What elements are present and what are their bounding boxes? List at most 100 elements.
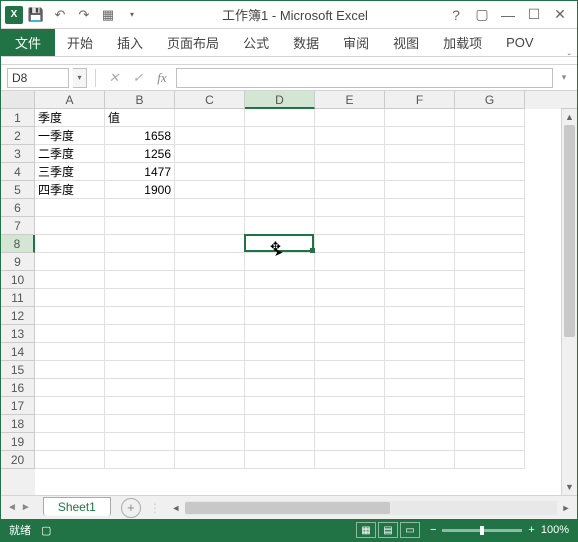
cell-D7[interactable] [245, 217, 315, 235]
cell-D4[interactable] [245, 163, 315, 181]
cell-C16[interactable] [175, 379, 245, 397]
sheet-nav-next-icon[interactable]: ► [21, 502, 31, 513]
cell-A11[interactable] [35, 289, 105, 307]
cell-A8[interactable] [35, 235, 105, 253]
cell-D13[interactable] [245, 325, 315, 343]
cell-E19[interactable] [315, 433, 385, 451]
row-header-8[interactable]: 8 [1, 235, 35, 253]
cell-F10[interactable] [385, 271, 455, 289]
sheet-nav-prev-icon[interactable]: ◄ [7, 502, 17, 513]
cell-A10[interactable] [35, 271, 105, 289]
cell-E11[interactable] [315, 289, 385, 307]
cell-B10[interactable] [105, 271, 175, 289]
cell-C9[interactable] [175, 253, 245, 271]
cell-F7[interactable] [385, 217, 455, 235]
row-header-15[interactable]: 15 [1, 361, 35, 379]
cell-C3[interactable] [175, 145, 245, 163]
cell-B19[interactable] [105, 433, 175, 451]
cell-A19[interactable] [35, 433, 105, 451]
cell-B4[interactable]: 1477 [105, 163, 175, 181]
row-header-11[interactable]: 11 [1, 289, 35, 307]
cell-B16[interactable] [105, 379, 175, 397]
cell-C12[interactable] [175, 307, 245, 325]
cell-E17[interactable] [315, 397, 385, 415]
cell-A3[interactable]: 二季度 [35, 145, 105, 163]
ribbon-collapse-icon[interactable]: ˇ [568, 53, 571, 64]
cell-F20[interactable] [385, 451, 455, 469]
cell-E8[interactable] [315, 235, 385, 253]
scroll-down-icon[interactable]: ▼ [562, 479, 577, 495]
row-header-16[interactable]: 16 [1, 379, 35, 397]
row-header-20[interactable]: 20 [1, 451, 35, 469]
tab-view[interactable]: 视图 [381, 29, 431, 56]
cell-G14[interactable] [455, 343, 525, 361]
row-header-12[interactable]: 12 [1, 307, 35, 325]
cell-D2[interactable] [245, 127, 315, 145]
grid-icon[interactable]: ▦ [97, 4, 119, 26]
cell-A17[interactable] [35, 397, 105, 415]
tab-home[interactable]: 开始 [55, 29, 105, 56]
cell-C5[interactable] [175, 181, 245, 199]
cell-B6[interactable] [105, 199, 175, 217]
tab-insert[interactable]: 插入 [105, 29, 155, 56]
cell-E9[interactable] [315, 253, 385, 271]
tab-addins[interactable]: 加载项 [431, 29, 494, 56]
cell-F2[interactable] [385, 127, 455, 145]
cell-F12[interactable] [385, 307, 455, 325]
col-header-B[interactable]: B [105, 91, 175, 109]
cell-G17[interactable] [455, 397, 525, 415]
formula-input[interactable] [176, 68, 553, 88]
select-all-corner[interactable] [1, 91, 35, 109]
cell-G13[interactable] [455, 325, 525, 343]
cell-B8[interactable] [105, 235, 175, 253]
cell-C15[interactable] [175, 361, 245, 379]
row-header-1[interactable]: 1 [1, 109, 35, 127]
view-page-break-icon[interactable]: ▭ [400, 522, 420, 538]
cell-B17[interactable] [105, 397, 175, 415]
horizontal-scrollbar[interactable] [185, 501, 557, 515]
cell-F8[interactable] [385, 235, 455, 253]
cancel-icon[interactable]: ✕ [104, 68, 124, 88]
cell-G10[interactable] [455, 271, 525, 289]
cell-G15[interactable] [455, 361, 525, 379]
cell-G9[interactable] [455, 253, 525, 271]
name-box[interactable]: D8 [7, 68, 69, 88]
ribbon-options-icon[interactable]: ▢ [469, 4, 495, 26]
cell-G19[interactable] [455, 433, 525, 451]
cell-E1[interactable] [315, 109, 385, 127]
cell-F4[interactable] [385, 163, 455, 181]
cell-C14[interactable] [175, 343, 245, 361]
cell-C10[interactable] [175, 271, 245, 289]
cell-E20[interactable] [315, 451, 385, 469]
cell-E10[interactable] [315, 271, 385, 289]
qat-dropdown-icon[interactable]: ▾ [121, 4, 143, 26]
row-header-13[interactable]: 13 [1, 325, 35, 343]
cell-F18[interactable] [385, 415, 455, 433]
cell-G7[interactable] [455, 217, 525, 235]
cell-C1[interactable] [175, 109, 245, 127]
maximize-icon[interactable]: ☐ [521, 4, 547, 26]
cell-D11[interactable] [245, 289, 315, 307]
row-header-18[interactable]: 18 [1, 415, 35, 433]
cell-F15[interactable] [385, 361, 455, 379]
cell-B1[interactable]: 值 [105, 109, 175, 127]
col-header-D[interactable]: D [245, 91, 315, 109]
cell-E6[interactable] [315, 199, 385, 217]
cell-D20[interactable] [245, 451, 315, 469]
cell-A4[interactable]: 三季度 [35, 163, 105, 181]
cell-G4[interactable] [455, 163, 525, 181]
tab-formulas[interactable]: 公式 [231, 29, 281, 56]
cell-D12[interactable] [245, 307, 315, 325]
cell-A6[interactable] [35, 199, 105, 217]
confirm-icon[interactable]: ✓ [128, 68, 148, 88]
tab-file[interactable]: 文件 [1, 29, 55, 56]
row-header-9[interactable]: 9 [1, 253, 35, 271]
zoom-in-icon[interactable]: + [528, 524, 534, 536]
cell-E18[interactable] [315, 415, 385, 433]
cell-A15[interactable] [35, 361, 105, 379]
close-icon[interactable]: ✕ [547, 4, 573, 26]
cell-G1[interactable] [455, 109, 525, 127]
cell-F3[interactable] [385, 145, 455, 163]
cell-E4[interactable] [315, 163, 385, 181]
cell-G6[interactable] [455, 199, 525, 217]
